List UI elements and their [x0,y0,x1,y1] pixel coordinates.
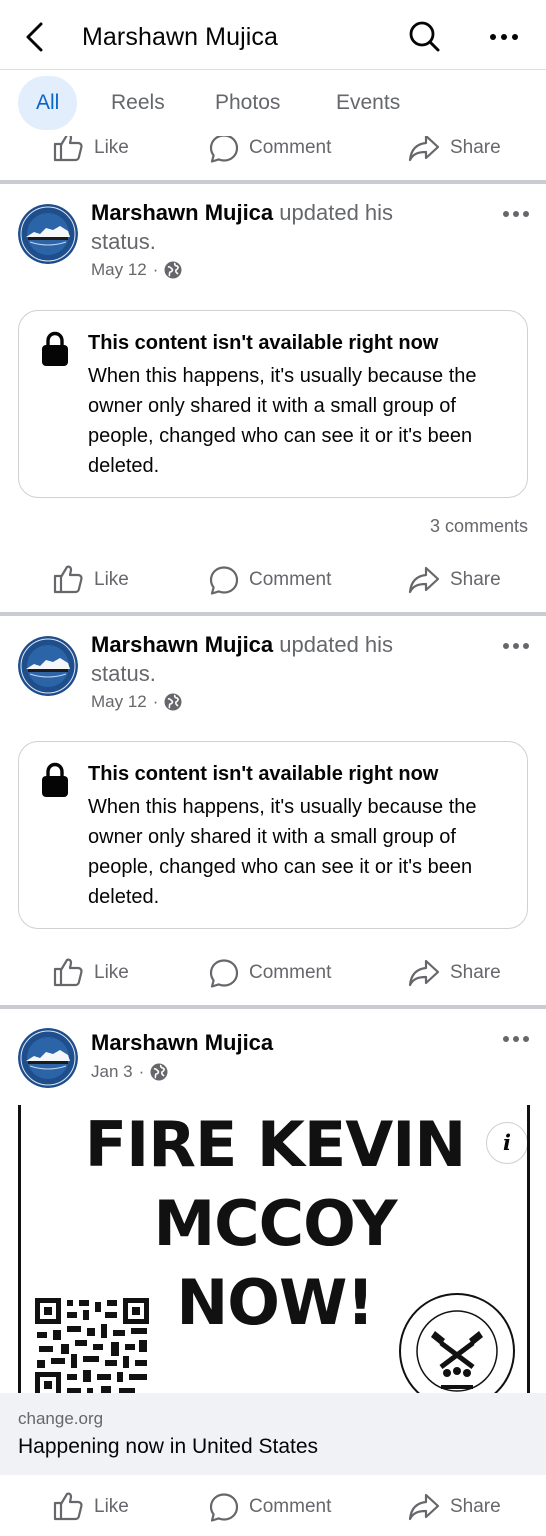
comment-icon [209,958,239,988]
headline-line: FIRE KEVIN [84,1108,466,1181]
like-label: Like [94,962,129,983]
post-actions: Like Comment Share [0,1477,546,1536]
globe-icon [164,693,183,711]
avatar[interactable] [18,204,78,264]
post-more-icon[interactable] [498,202,534,226]
post-actions: Like Comment Share [0,550,546,610]
comment-icon [209,1492,239,1522]
author-name[interactable]: Marshawn Mujica [91,632,273,657]
qr-code-icon [35,1298,149,1393]
unavailable-content-box: This content isn't available right now W… [18,310,528,498]
post-actions: Like Comment Share [0,943,546,1003]
like-label: Like [94,137,129,158]
info-icon[interactable]: i [486,1122,527,1164]
share-label: Share [450,1496,501,1517]
share-icon [408,1493,440,1521]
meta-dot: · [152,692,159,711]
link-domain: change.org [18,1409,104,1428]
comment-button[interactable]: Comment [209,550,331,610]
like-icon [53,1492,83,1521]
tab-events[interactable]: Events [318,76,418,130]
like-icon [53,136,83,162]
post-date[interactable]: Jan 3 [91,1062,133,1082]
back-arrow-icon[interactable] [20,20,50,54]
like-button[interactable]: Like [52,943,129,1003]
headline-line: MCCOY [153,1187,397,1260]
share-label: Share [450,962,501,983]
unavailable-body: When this happens, it's usually because … [88,796,477,908]
post-separator [0,1005,546,1009]
share-button[interactable]: Share [408,943,501,1003]
unavailable-content-box: This content isn't available right now W… [18,741,528,929]
post-date[interactable]: May 12 [91,260,147,280]
link-title: Happening now in United States [18,1435,319,1458]
share-icon [408,566,440,594]
link-preview-image[interactable]: FIRE KEVIN MCCOY NOW! i [18,1105,530,1393]
share-button[interactable]: Share [408,1477,501,1536]
unavailable-body: When this happens, it's usually because … [88,365,477,477]
comment-label: Comment [249,962,332,983]
like-icon [53,958,83,987]
tab-all[interactable]: All [18,76,78,130]
post-more-icon[interactable] [498,1027,534,1051]
share-label: Share [450,569,501,590]
post-title: Marshawn Mujica updated his status. [91,630,451,688]
globe-icon [164,261,183,279]
post-separator [0,180,546,184]
post-more-icon[interactable] [498,634,534,658]
post-separator [0,612,546,616]
search-icon[interactable] [406,18,442,54]
share-label: Share [450,137,501,158]
comments-count[interactable]: 3 comments [430,516,528,537]
comment-icon [209,136,239,163]
author-name[interactable]: Marshawn Mujica [91,200,273,225]
meta-dot: · [138,1062,145,1081]
link-preview-footer[interactable]: change.org Happening now in United State… [0,1393,546,1475]
top-bar: Marshawn Mujica [0,0,546,70]
more-horizontal-icon[interactable] [484,22,524,52]
author-name[interactable]: Marshawn Mujica [91,1030,273,1055]
share-button[interactable]: Share [408,550,501,610]
like-button[interactable]: Like [52,550,129,610]
like-label: Like [94,1496,129,1517]
avatar[interactable] [18,1028,78,1088]
unavailable-title: This content isn't available right now [88,332,439,354]
tab-reels[interactable]: Reels [93,76,183,130]
post-meta: May 12 · [91,260,183,280]
like-button[interactable]: Like [52,1477,129,1536]
comment-label: Comment [249,569,332,590]
like-label: Like [94,569,129,590]
lock-icon [40,331,70,367]
tab-photos[interactable]: Photos [197,76,298,130]
share-icon [408,136,440,162]
avatar[interactable] [18,636,78,696]
filter-tabs: All Reels Photos Events [0,70,546,136]
comment-icon [209,565,239,595]
comment-button[interactable]: Comment [209,1477,331,1536]
post-title: Marshawn Mujica updated his status. [91,198,451,256]
comment-label: Comment [249,1496,332,1517]
post-title: Marshawn Mujica [91,1028,451,1057]
post-meta: Jan 3 · [91,1062,169,1082]
lock-icon [40,762,70,798]
comment-button[interactable]: Comment [209,943,331,1003]
like-icon [53,565,83,594]
comment-label: Comment [249,137,332,158]
meta-dot: · [152,260,159,279]
post-date[interactable]: May 12 [91,692,147,712]
post-meta: May 12 · [91,692,183,712]
page-title: Marshawn Mujica [82,23,279,51]
organization-seal-icon [399,1293,515,1393]
share-icon [408,959,440,987]
unavailable-title: This content isn't available right now [88,763,439,785]
globe-icon [150,1063,169,1081]
